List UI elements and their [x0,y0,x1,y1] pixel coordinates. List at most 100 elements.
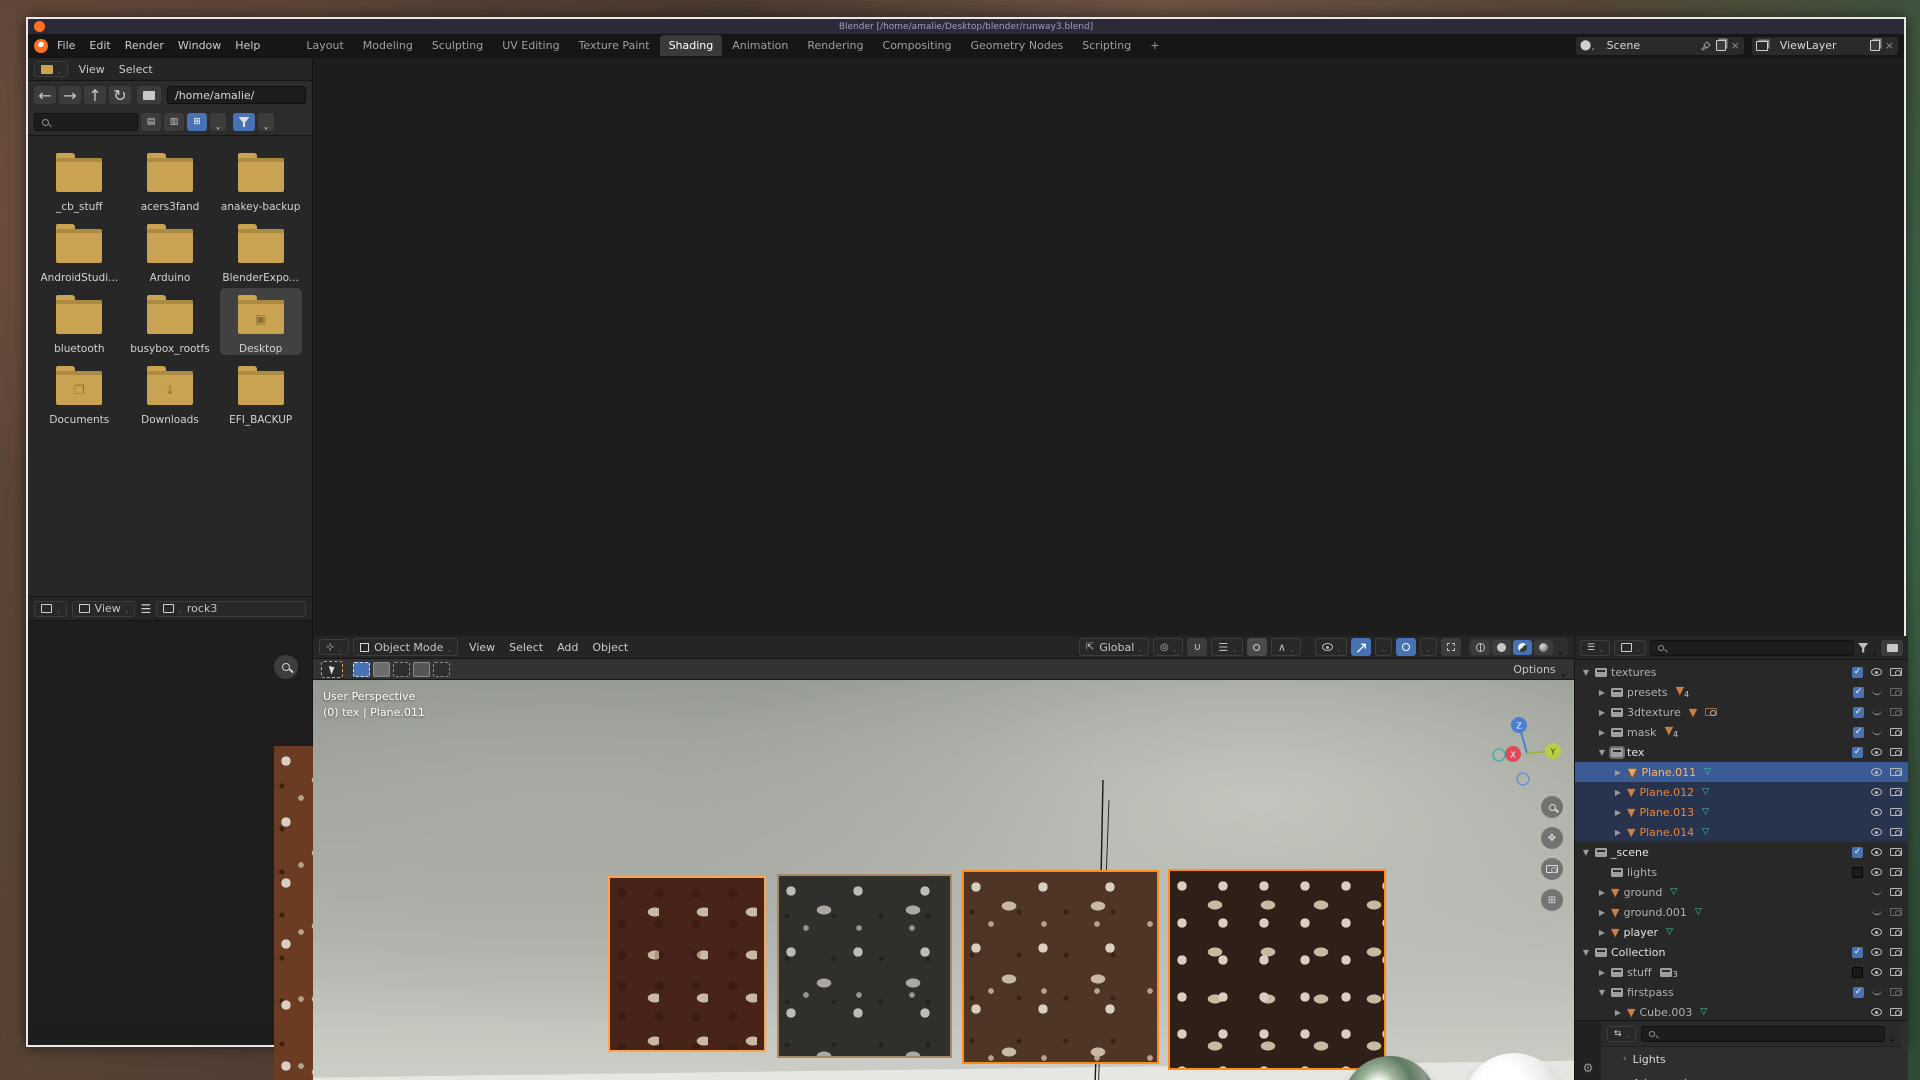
shading-wireframe-button[interactable] [1471,640,1490,655]
folder-item[interactable]: _cb_stuff [38,146,120,213]
menu-item[interactable]: Window [171,39,228,52]
xray-toggle[interactable] [1441,638,1461,656]
select-mode-subtract[interactable] [393,662,410,677]
outliner-row[interactable]: ▼_scene✓ [1575,842,1908,862]
disable-render-toggle[interactable] [1890,968,1902,976]
hide-viewport-toggle[interactable] [1872,710,1882,715]
disable-render-toggle[interactable] [1890,988,1902,996]
collection-checkbox[interactable] [1852,867,1863,878]
hide-viewport-toggle[interactable] [1871,1008,1882,1016]
folder-item[interactable]: acers3fand [129,146,211,213]
hide-viewport-toggle[interactable] [1872,890,1882,895]
shading-material-button[interactable] [1513,640,1532,655]
hide-viewport-toggle[interactable] [1871,848,1882,856]
collection-checkbox[interactable]: ✓ [1853,687,1864,698]
nav-back-button[interactable]: ← [34,86,56,104]
outliner-row[interactable]: ▼firstpass✓ [1575,982,1908,1002]
image-zoom-button[interactable] [274,655,298,679]
workspace-tab[interactable]: Layout [297,35,352,56]
filter-toggle-button[interactable] [233,113,255,131]
hide-viewport-toggle[interactable] [1871,748,1882,756]
workspace-tab[interactable]: Rendering [798,35,872,56]
overlays-toggle[interactable] [1396,638,1416,656]
folder-item[interactable]: ❐ Documents [38,359,120,426]
hide-viewport-toggle[interactable] [1871,828,1882,836]
hide-viewport-toggle[interactable] [1871,948,1882,956]
overlays-dropdown[interactable]: ˯ [1420,638,1437,656]
blender-menu-icon[interactable] [34,39,48,53]
disable-render-toggle[interactable] [1890,888,1902,896]
viewport-zoom-button[interactable] [1541,796,1563,818]
image-editor-type[interactable]: ˯ [34,601,67,617]
menu-item[interactable]: Render [118,39,171,52]
outliner-row[interactable]: ▼tex✓ [1575,742,1908,762]
new-folder-button[interactable] [137,86,161,104]
mode-dropdown[interactable]: Object Mode˯ [353,638,458,656]
disable-render-toggle[interactable] [1890,748,1902,756]
pivot-dropdown[interactable]: ◎˯ [1153,638,1183,656]
disable-render-toggle[interactable] [1890,868,1902,876]
active-tool-select-button[interactable] [321,661,343,678]
collection-checkbox[interactable]: ✓ [1853,987,1864,998]
disable-render-toggle[interactable] [1890,808,1902,816]
display-horizontal-list-button[interactable]: ▥ [164,113,184,131]
disable-render-toggle[interactable] [1890,828,1902,836]
folder-item[interactable]: BlenderExpo... [220,217,302,284]
nav-up-button[interactable]: ↑ [84,86,106,104]
viewport-menu[interactable]: View [462,641,502,654]
outliner-editor-type[interactable]: ☰˯ [1580,640,1610,656]
collection-checkbox[interactable]: ✓ [1852,667,1863,678]
disable-render-toggle[interactable] [1890,788,1902,796]
viewport-options-dropdown[interactable]: Options˯ [1513,659,1566,679]
copy-scene-icon[interactable] [1716,40,1726,51]
folder-item[interactable]: AndroidStudi... [38,217,120,284]
viewport-menu[interactable]: Select [502,641,550,654]
viewport-canvas[interactable]: User Perspective (0) tex | Plane.011 X Y… [313,680,1574,1080]
properties-search-input[interactable] [1641,1026,1884,1042]
viewport-menu[interactable]: Object [585,641,635,654]
filebrowser-editor-type[interactable]: ˯ [34,61,68,77]
outliner-row[interactable]: ▶▼Plane.014▽ [1575,822,1908,842]
disable-render-toggle[interactable] [1890,768,1902,776]
select-mode-new[interactable] [353,662,370,677]
outliner-filter-dropdown[interactable]: ˯ [1858,638,1877,658]
proportional-edit-toggle[interactable] [1247,638,1267,656]
disable-render-toggle[interactable] [1890,908,1902,916]
folder-item[interactable]: EFI_BACKUP [220,359,302,426]
folder-item[interactable]: ↓ Downloads [129,359,211,426]
select-mode-intersect[interactable] [433,662,450,677]
snap-dropdown[interactable]: ☰˯ [1211,638,1243,656]
outliner-row[interactable]: ▶▼player▽ [1575,922,1908,942]
outliner-row[interactable]: lights [1575,862,1908,882]
folder-item[interactable]: anakey-backup [220,146,302,213]
properties-panel-header[interactable]: › Lights ⋮☰ :::: [1601,1047,1901,1071]
disable-render-toggle[interactable] [1890,688,1902,696]
viewport-pan-button[interactable]: ✥ [1541,827,1563,849]
properties-panel-header[interactable]: › Advanced ⋮☰ :::: [1601,1071,1901,1080]
outliner-row[interactable]: ▶3dtexture▼✓ [1575,702,1908,722]
disable-render-toggle[interactable] [1890,708,1902,716]
navigation-gizmo[interactable]: X Y Z [1489,713,1565,789]
hide-viewport-toggle[interactable] [1872,990,1882,995]
path-field[interactable]: /home/amalie/ [167,86,306,104]
folder-item[interactable]: bluetooth [38,288,120,355]
outliner-row[interactable]: ▼textures✓ [1575,662,1908,682]
hide-viewport-toggle[interactable] [1871,968,1882,976]
hide-viewport-toggle[interactable] [1871,788,1882,796]
select-mode-invert[interactable] [413,662,430,677]
menu-item[interactable]: File [50,39,82,52]
falloff-dropdown[interactable]: ∧˯ [1271,638,1301,656]
menu-item[interactable]: Help [228,39,267,52]
outliner-row[interactable]: ▶▼Plane.012▽ [1575,782,1908,802]
folder-item[interactable]: busybox_rootfs [129,288,211,355]
outliner-row[interactable]: ▶mask▼4✓ [1575,722,1908,742]
hide-viewport-toggle[interactable] [1871,928,1882,936]
gizmos-toggle[interactable]: ↗ [1351,638,1371,656]
display-size-dropdown[interactable]: ˯ [210,113,226,131]
shading-dropdown[interactable]: ˯ [1555,637,1566,657]
viewport-menu[interactable]: Add [550,641,585,654]
remove-viewlayer-icon[interactable]: × [1885,39,1894,52]
filter-dropdown[interactable]: ˯ [258,113,274,131]
snap-magnet-toggle[interactable]: ∪ [1187,638,1207,656]
shading-rendered-button[interactable] [1534,640,1553,655]
